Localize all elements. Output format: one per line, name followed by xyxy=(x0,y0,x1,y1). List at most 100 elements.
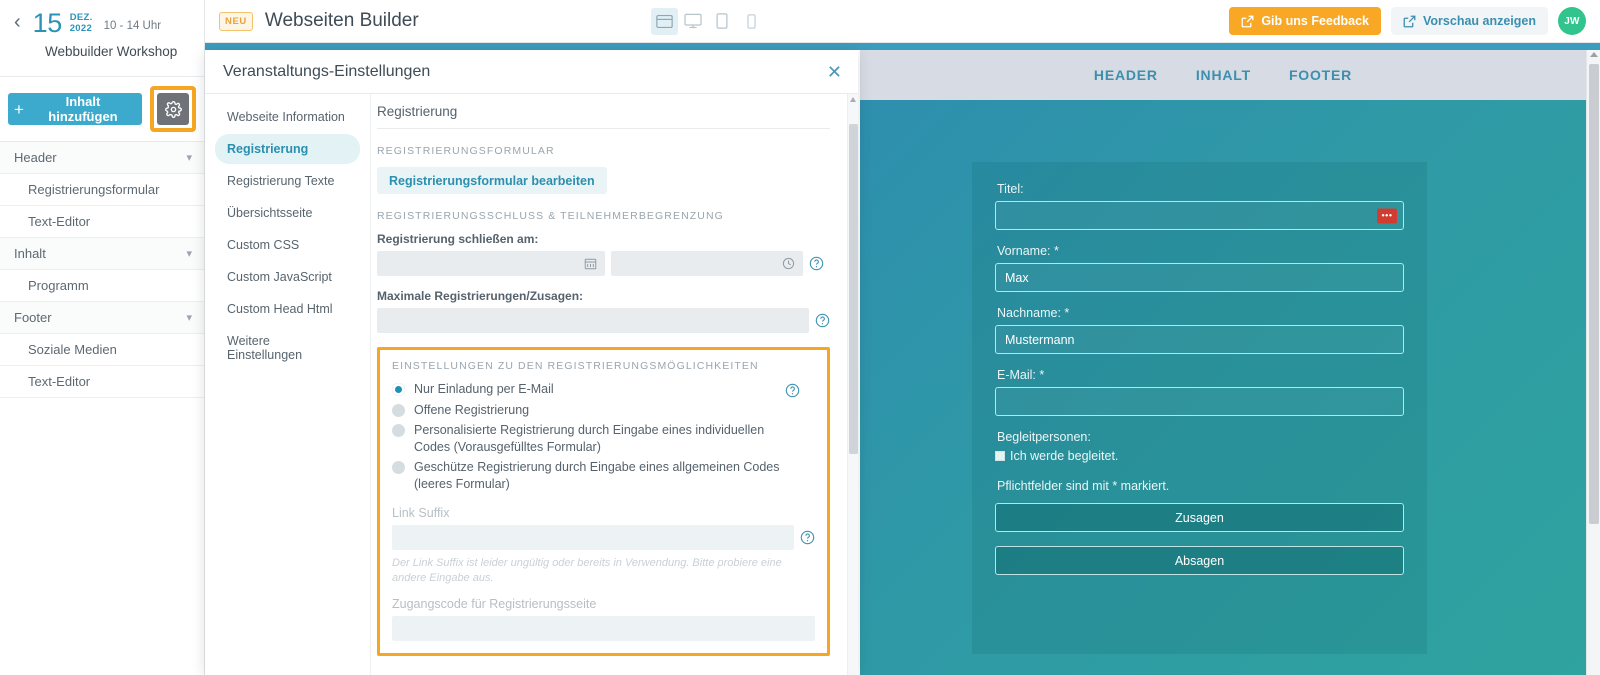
option-row-protected-code[interactable]: Geschütze Registrierung durch Eingabe ei… xyxy=(392,459,785,492)
max-registrations-help-icon[interactable] xyxy=(815,313,830,328)
plus-icon: + xyxy=(14,99,24,119)
clock-icon[interactable] xyxy=(782,257,795,270)
desktop-view-button[interactable] xyxy=(680,8,707,35)
sidebar-item-label: Text-Editor xyxy=(28,214,91,229)
preview-email-label: E-Mail: * xyxy=(997,368,1045,382)
mobile-view-icon xyxy=(747,13,756,29)
give-feedback-button[interactable]: Gib uns Feedback xyxy=(1229,7,1381,35)
close-on-label: Registrierung schließen am: xyxy=(377,232,539,246)
avatar[interactable]: JW xyxy=(1558,7,1586,35)
dialog-scrollbar[interactable] xyxy=(847,94,858,675)
sidebar-item-label: Header xyxy=(14,150,57,165)
browser-view-button[interactable] xyxy=(650,7,678,35)
add-content-button[interactable]: + Inhalt hinzufügen xyxy=(8,93,142,125)
sidebar-item-label: Registrierungsformular xyxy=(28,182,160,197)
close-icon[interactable]: ✕ xyxy=(827,63,842,81)
sidebar-item-inhalt[interactable]: Inhalt ▾ xyxy=(0,238,204,270)
tablet-view-button[interactable] xyxy=(709,8,736,35)
radio-open-registration[interactable] xyxy=(392,403,405,417)
registration-options-help-icon[interactable] xyxy=(785,383,815,398)
sidebar-item-programm[interactable]: Programm xyxy=(0,270,204,302)
website-preview: HEADER INHALT FOOTER Titel: ••• Vorname:… xyxy=(860,50,1586,675)
show-preview-button[interactable]: Vorschau anzeigen xyxy=(1391,7,1548,35)
sidebar-item-label: Inhalt xyxy=(14,246,46,261)
close-on-time-input[interactable] xyxy=(611,251,803,276)
section-registration-form: REGISTRIERUNGSFORMULAR xyxy=(377,145,555,157)
chevron-down-icon: ▾ xyxy=(186,312,192,324)
radio-personalized-code[interactable] xyxy=(392,424,405,437)
option-label: Offene Registrierung xyxy=(414,402,530,417)
dialog-scrollbar-thumb[interactable] xyxy=(849,124,858,454)
preview-companions-label: Begleitpersonen: xyxy=(997,430,1091,444)
event-settings-button[interactable] xyxy=(157,93,189,125)
dialog-body: Webseite Information Registrierung Regis… xyxy=(205,94,858,675)
option-row-personalized-code[interactable]: Personalisierte Registrierung durch Eing… xyxy=(392,422,785,455)
tab-custom-css[interactable]: Custom CSS xyxy=(215,230,360,260)
option-row-open-registration[interactable]: Offene Registrierung xyxy=(392,402,785,419)
canvas-scrollbar[interactable] xyxy=(1586,50,1600,675)
sidebar-item-header[interactable]: Header ▾ xyxy=(0,142,204,174)
option-row-invitation-only[interactable]: Nur Einladung per E-Mail xyxy=(392,381,785,398)
canvas-scrollbar-thumb[interactable] xyxy=(1589,64,1599,524)
sidebar-item-footer[interactable]: Footer ▾ xyxy=(0,302,204,334)
sidebar-item-label: Soziale Medien xyxy=(28,342,117,357)
dialog-header: Veranstaltungs-Einstellungen ✕ xyxy=(205,50,858,94)
preview-nav-inhalt[interactable]: INHALT xyxy=(1196,67,1251,83)
scroll-up-arrow-icon[interactable] xyxy=(1590,52,1598,57)
chevron-down-icon: ▾ xyxy=(186,152,192,164)
preview-accept-button[interactable]: Zusagen xyxy=(995,503,1404,532)
section-deadline: REGISTRIERUNGSSCHLUSS & TEILNEHMERBEGREN… xyxy=(377,210,724,222)
link-suffix-row xyxy=(392,525,815,550)
tab-weitere-einstellungen[interactable]: Weitere Einstellungen xyxy=(215,326,360,370)
sidebar-item-registrierungsformular[interactable]: Registrierungsformular xyxy=(0,174,204,206)
max-registrations-label: Maximale Registrierungen/Zusagen: xyxy=(377,289,584,303)
sidebar-item-text-editor-footer[interactable]: Text-Editor xyxy=(0,366,204,398)
preview-titel-label: Titel: xyxy=(997,182,1024,196)
tab-custom-javascript[interactable]: Custom JavaScript xyxy=(215,262,360,292)
top-bar: NEU Webseiten Builder Gib uns Feedback V… xyxy=(205,0,1600,43)
preview-vorname-input[interactable]: Max xyxy=(995,263,1404,292)
preview-nav-header[interactable]: HEADER xyxy=(1094,67,1158,83)
radio-protected-code[interactable] xyxy=(392,461,405,474)
close-on-row xyxy=(377,251,830,276)
tab-custom-head-html[interactable]: Custom Head Html xyxy=(215,294,360,324)
mobile-view-button[interactable] xyxy=(738,8,765,35)
edit-registration-form-button[interactable]: Registrierungsformular bearbeiten xyxy=(377,167,607,194)
companions-checkbox-label: Ich werde begleitet. xyxy=(1010,449,1119,463)
link-suffix-help-icon[interactable] xyxy=(800,530,815,545)
preview-decline-button[interactable]: Absagen xyxy=(995,546,1404,575)
tablet-view-icon xyxy=(716,13,728,29)
preview-nav-footer[interactable]: FOOTER xyxy=(1289,67,1352,83)
scroll-up-arrow-icon[interactable] xyxy=(850,97,856,102)
sidebar-item-label: Footer xyxy=(14,310,52,325)
preview-nachname-input[interactable]: Mustermann xyxy=(995,325,1404,354)
max-registrations-input[interactable] xyxy=(377,308,809,333)
dialog-nav: Webseite Information Registrierung Regis… xyxy=(205,94,370,675)
link-suffix-error: Der Link Suffix ist leider ungültig oder… xyxy=(392,557,782,584)
gear-icon xyxy=(164,100,182,118)
preview-titel-badge[interactable]: ••• xyxy=(1377,208,1397,223)
sidebar-item-text-editor-header[interactable]: Text-Editor xyxy=(0,206,204,238)
tab-registrierung[interactable]: Registrierung xyxy=(215,134,360,164)
preview-titel-input[interactable]: ••• xyxy=(995,201,1404,230)
preview-companions-row[interactable]: Ich werde begleitet. xyxy=(995,449,1404,463)
tab-uebersichtsseite[interactable]: Übersichtsseite xyxy=(215,198,360,228)
sidebar-item-soziale-medien[interactable]: Soziale Medien xyxy=(0,334,204,366)
preview-email-input[interactable] xyxy=(995,387,1404,416)
link-suffix-label: Link Suffix xyxy=(392,506,450,520)
preview-nachname-label: Nachname: * xyxy=(997,306,1070,320)
radio-invitation-only[interactable] xyxy=(392,383,405,396)
calendar-icon[interactable] xyxy=(584,257,597,270)
back-chevron-icon[interactable]: ‹ xyxy=(12,12,25,36)
tab-registrierung-texte[interactable]: Registrierung Texte xyxy=(215,166,360,196)
preview-vorname-label: Vorname: * xyxy=(997,244,1059,258)
show-preview-label: Vorschau anzeigen xyxy=(1423,14,1536,28)
tab-webseite-information[interactable]: Webseite Information xyxy=(215,102,360,132)
access-code-input[interactable] xyxy=(392,615,815,641)
close-on-date-input[interactable] xyxy=(377,251,605,276)
companions-checkbox[interactable] xyxy=(995,451,1005,461)
link-suffix-input[interactable] xyxy=(392,525,794,550)
new-badge: NEU xyxy=(219,11,253,31)
preview-body: Titel: ••• Vorname: * Max Nachname: * Mu… xyxy=(860,100,1586,675)
close-on-help-icon[interactable] xyxy=(809,256,824,271)
